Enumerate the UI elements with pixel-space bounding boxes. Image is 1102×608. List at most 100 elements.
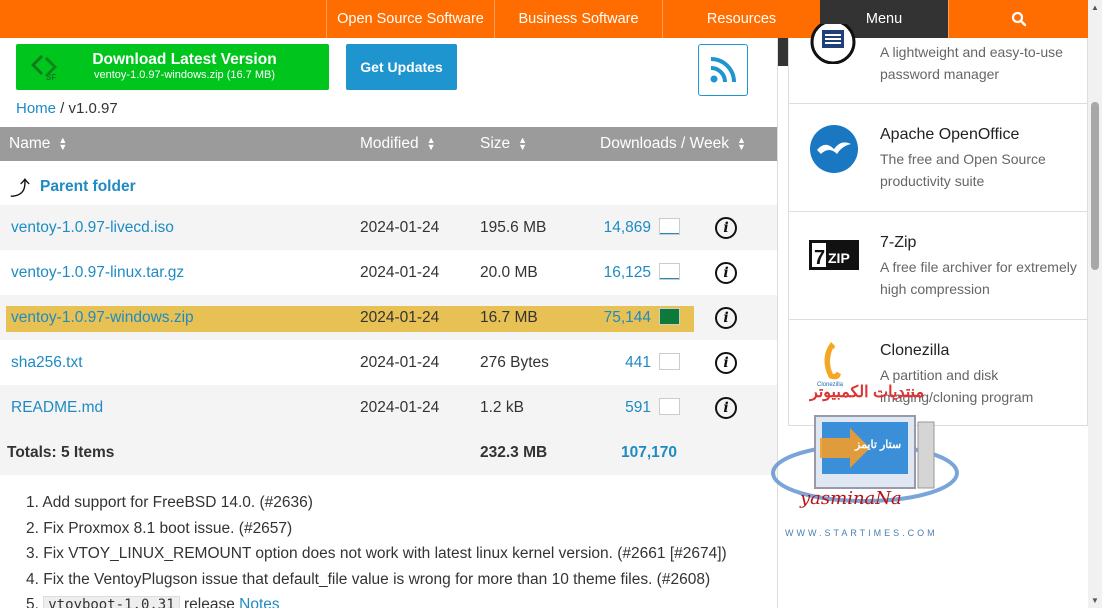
search-button[interactable] [948, 0, 1088, 38]
sidebar-desc: The free and Open Source productivity su… [880, 151, 1046, 189]
breadcrumb-current: v1.0.97 [68, 100, 118, 117]
file-info-icon[interactable]: i [715, 262, 737, 284]
nav-label: Menu [865, 11, 903, 27]
file-name-link[interactable]: sha256.txt [11, 340, 83, 385]
note-item: 2. Fix Proxmox 8.1 boot issue. (#2657) [26, 519, 293, 537]
rss-button[interactable] [698, 44, 748, 96]
parent-folder-label: Parent folder [40, 177, 136, 195]
svg-text:SF: SF [46, 73, 56, 81]
file-modified: 2024-01-24 [360, 218, 440, 236]
file-info-icon[interactable]: i [715, 307, 737, 329]
file-modified: 2024-01-24 [360, 308, 440, 326]
nav-open-source-software[interactable]: Open Source Software [326, 0, 494, 38]
file-modified: 2024-01-24 [360, 398, 440, 416]
totals-downloads: 107,170 [621, 443, 678, 461]
nav-business-software[interactable]: Business Software [494, 0, 662, 38]
sidebar-card-openoffice[interactable]: Apache OpenOffice The free and Open Sour… [789, 104, 1087, 212]
breadcrumb-home-link[interactable]: Home [16, 100, 56, 117]
sidebar-desc: A free file archiver for extremely high … [880, 259, 1077, 297]
file-downloads: 441 [625, 353, 651, 371]
note-text: release [179, 596, 240, 608]
note-item: 1. Add support for FreeBSD 14.0. (#2636) [26, 494, 313, 511]
totals-row: Totals: 5 Items 232.3 MB 107,170 [0, 430, 778, 475]
file-info-icon[interactable]: i [715, 217, 737, 239]
table-row[interactable]: ventoy-1.0.97-livecd.iso 2024-01-24 195.6 … [0, 205, 778, 250]
table-row[interactable]: ventoy-1.0.97-windows.zip 2024-01-24 16.7 … [0, 295, 778, 340]
rss-icon [710, 57, 736, 83]
note-item: 4. Fix the VentoyPlugson issue that defa… [26, 570, 711, 588]
file-size: 195.6 MB [480, 218, 547, 236]
file-info-icon[interactable]: i [715, 352, 737, 374]
totals-label: Totals: 5 Items [7, 443, 115, 461]
sidebar-card-password-manager[interactable]: A lightweight and easy-to-use password m… [789, 24, 1087, 104]
nav-label: Resources [706, 11, 777, 27]
clonezilla-logo-icon: Clonezilla [817, 342, 844, 388]
openoffice-gull-icon [810, 125, 858, 173]
download-stats-bar-icon[interactable] [659, 353, 680, 370]
sidebar-card-7zip[interactable]: 7 ZIP 7-Zip A free file archiver for ext… [789, 212, 1087, 320]
scrollbar-thumb[interactable] [1091, 102, 1099, 270]
watermark-signature: yasminaNa [800, 488, 902, 509]
note-code: vtoyboot-1.0.31 [43, 596, 180, 608]
get-updates-button[interactable]: Get Updates [346, 44, 457, 90]
file-size: 16.7 MB [480, 308, 538, 326]
download-stats-bar-icon[interactable] [659, 218, 680, 235]
svg-text:ZIP: ZIP [828, 250, 850, 266]
sidebar-title: 7-Zip [880, 234, 917, 251]
sidebar-card-clonezilla[interactable]: Clonezilla Clonezilla A partition and di… [789, 320, 1087, 426]
header-label: Name [9, 135, 51, 152]
watermark-arabic-sub: ستار تايمز [855, 439, 902, 451]
header-label: Downloads / Week [600, 135, 729, 152]
scroll-up-icon[interactable]: ▲ [1091, 3, 1099, 12]
download-stats-bar-icon[interactable] [659, 263, 680, 280]
7zip-logo-icon: 7 ZIP [809, 240, 859, 270]
top-navigation: Open Source Software Business Software R… [0, 0, 1088, 38]
file-modified: 2024-01-24 [360, 263, 440, 281]
file-downloads: 75,144 [603, 308, 651, 326]
header-size[interactable]: Size ▲ ▼ [480, 127, 528, 161]
download-title: Download Latest Version [92, 51, 277, 68]
sidebar-desc: A partition and disk imaging/cloning pro… [880, 367, 1034, 405]
sort-icon: ▲ ▼ [518, 135, 528, 152]
nav-label: Business Software [518, 11, 639, 27]
table-row[interactable]: ventoy-1.0.97-linux.tar.gz 2024-01-24 20.0… [0, 250, 778, 295]
parent-folder-link[interactable]: ⤴ Parent folder [10, 172, 136, 201]
file-name-link[interactable]: ventoy-1.0.97-livecd.iso [11, 205, 174, 250]
file-size: 1.2 kB [480, 398, 524, 416]
search-icon [1011, 11, 1026, 27]
file-info-icon[interactable]: i [715, 397, 737, 419]
download-bar-fill [660, 232, 679, 234]
notes-link[interactable]: Notes [239, 596, 280, 608]
scroll-down-icon[interactable]: ▼ [1091, 596, 1099, 605]
svg-text:7: 7 [814, 247, 825, 269]
header-name[interactable]: Name ▲ ▼ [9, 127, 68, 161]
table-row[interactable]: sha256.txt 2024-01-24 276 Bytes 441 i [0, 340, 778, 385]
download-latest-button[interactable]: SF Download Latest Version ventoy-1.0.97… [16, 44, 329, 90]
header-downloads[interactable]: Downloads / Week ▲ ▼ [600, 127, 747, 161]
sidebar-desc: A lightweight and easy-to-use password m… [880, 44, 1063, 82]
page-scrollbar[interactable]: ▲ ▼ [1088, 0, 1102, 608]
file-downloads: 16,125 [603, 263, 651, 281]
sort-icon: ▲ ▼ [736, 135, 746, 152]
totals-size: 232.3 MB [480, 443, 548, 461]
file-modified: 2024-01-24 [360, 353, 440, 371]
header-modified[interactable]: Modified ▲ ▼ [360, 127, 437, 161]
sort-icon: ▲ ▼ [58, 135, 68, 152]
breadcrumb-separator: / [56, 100, 69, 117]
download-stats-bar-icon[interactable] [659, 308, 680, 325]
inner-scroll-thumb[interactable] [778, 38, 788, 66]
file-name-link[interactable]: README.md [11, 385, 103, 430]
table-row[interactable]: README.md 2024-01-24 1.2 kB 591 i [0, 385, 778, 430]
nav-resources[interactable]: Resources [662, 0, 820, 38]
files-main-panel: SF Download Latest Version ventoy-1.0.97… [0, 38, 778, 608]
file-downloads: 14,869 [603, 218, 651, 236]
download-bar-fill [660, 309, 679, 324]
file-name-link[interactable]: ventoy-1.0.97-linux.tar.gz [11, 250, 184, 295]
svg-text:Clonezilla: Clonezilla [817, 382, 844, 388]
sourceforge-logo-icon: SF [31, 55, 57, 81]
file-name-link[interactable]: ventoy-1.0.97-windows.zip [11, 295, 194, 340]
up-arrow-icon: ⤴ [10, 178, 30, 200]
download-stats-bar-icon[interactable] [659, 398, 680, 415]
recommended-sidebar: A lightweight and easy-to-use password m… [788, 24, 1088, 426]
watermark-site: WWW.STARTIMES.COM [785, 528, 938, 538]
